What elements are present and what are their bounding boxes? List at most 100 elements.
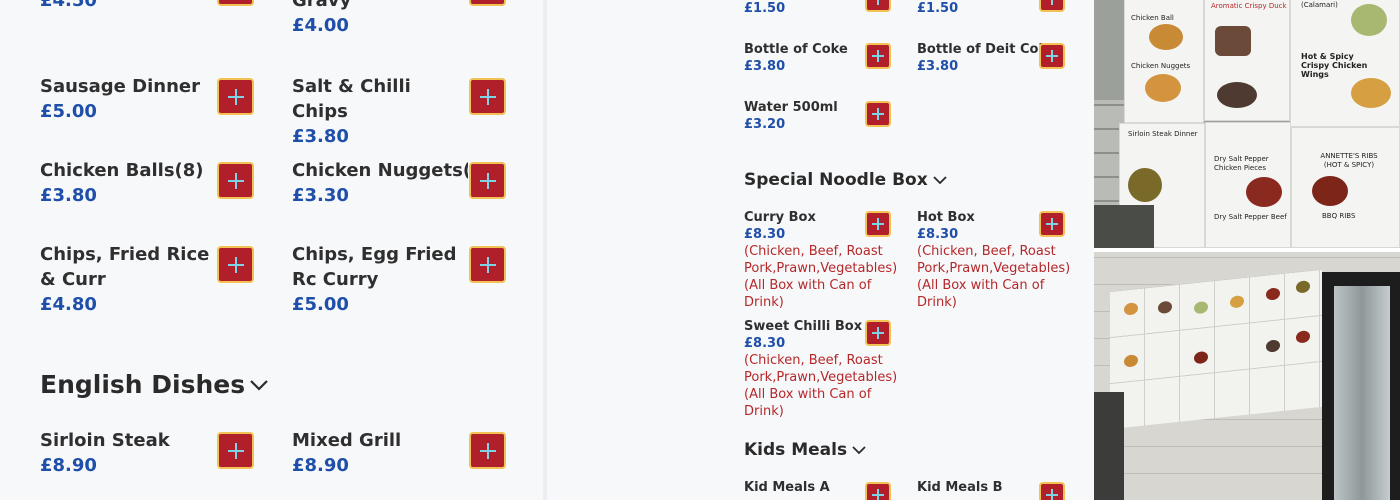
add-to-cart-button[interactable]	[865, 0, 891, 12]
item-price: £1.50	[744, 1, 786, 16]
add-to-cart-button[interactable]	[1039, 43, 1065, 69]
poster-label: Dry Salt Pepper Chicken Pieces	[1214, 155, 1269, 172]
add-to-cart-button[interactable]	[469, 246, 506, 283]
plus-icon	[1046, 0, 1058, 5]
door-frame	[1322, 272, 1400, 500]
add-to-cart-button[interactable]	[217, 246, 254, 283]
add-to-cart-button[interactable]	[865, 43, 891, 69]
menu-poster: (Calamari) Hot & Spicy Crispy Chicken Wi…	[1290, 0, 1400, 127]
add-to-cart-button[interactable]	[865, 482, 891, 500]
add-to-cart-button[interactable]	[469, 162, 506, 199]
item-price: £8.30	[744, 336, 786, 351]
add-to-cart-button[interactable]	[469, 78, 506, 115]
item-price: £1.50	[917, 1, 959, 16]
plus-icon	[872, 0, 884, 5]
menu-item: Chicken Balls(8) £3.80	[40, 158, 215, 208]
menu-item: Chips, Egg Fried Rc Curry £5.00	[292, 242, 468, 317]
plus-icon	[872, 218, 884, 230]
item-price: £3.80	[917, 59, 959, 74]
item-name: Salt & Chilli Chips	[292, 76, 411, 122]
item-price: £8.30	[744, 227, 786, 242]
menu-item: Gravy £4.00	[292, 0, 351, 38]
add-to-cart-button[interactable]	[217, 162, 254, 199]
add-to-cart-button[interactable]	[1039, 482, 1065, 500]
food-image	[1217, 82, 1257, 108]
add-to-cart-button[interactable]	[217, 0, 254, 6]
poster-grid	[1110, 268, 1322, 430]
menu-board-photo: Chicken Ball Chicken Nuggets Aromatic Cr…	[1094, 0, 1400, 248]
section-header-kids-meals[interactable]: Kids Meals	[744, 438, 867, 462]
menu-poster: Chicken Ball Chicken Nuggets	[1124, 0, 1204, 123]
item-name: Bottle of Coke	[744, 42, 848, 57]
chevron-down-icon	[933, 176, 947, 185]
menu-item: £1.50	[917, 0, 958, 17]
item-name: Sweet Chilli Box	[744, 319, 863, 334]
section-header-special-noodle-box[interactable]: Special Noodle Box	[744, 168, 948, 192]
poster-label: Hot & Spicy Crispy Chicken Wings	[1301, 52, 1368, 79]
item-name: Chips, Egg Fried Rc Curry	[292, 244, 457, 290]
menu-column-left: £4.50 Gravy £4.00 Sausage Dinner £5.00 S…	[0, 0, 543, 500]
item-name: Curry Box	[744, 210, 816, 225]
item-name: Hot Box	[917, 210, 975, 225]
chevron-down-icon	[852, 446, 866, 455]
item-price: £5.00	[292, 294, 349, 315]
item-price: £3.30	[292, 185, 349, 206]
poster-label: Aromatic Crispy Duck	[1211, 2, 1287, 10]
item-price: £3.80	[40, 185, 97, 206]
food-image	[1312, 176, 1348, 206]
plus-icon	[872, 50, 884, 62]
item-name: Chicken Nuggets(8)	[292, 160, 468, 181]
poster-label: ANNETTE'S RIBS (HOT & SPICY)	[1320, 152, 1378, 169]
poster-label: Dry Salt Pepper Beef	[1214, 213, 1287, 221]
item-name: Kid Meals B	[917, 480, 1003, 495]
chevron-down-icon	[250, 380, 268, 391]
food-image	[1149, 24, 1183, 50]
add-to-cart-button[interactable]	[217, 432, 254, 469]
poster-label: Sirloin Steak Dinner	[1128, 130, 1198, 138]
plus-icon	[479, 172, 496, 189]
menu-item: Curry Box £8.30 (Chicken, Beef, Roast Po…	[744, 209, 898, 311]
menu-item: Bottle of Deit Coke £3.80	[917, 41, 1056, 75]
item-price: £8.90	[40, 455, 97, 476]
item-name: Sausage Dinner	[40, 76, 200, 97]
menu-poster: ANNETTE'S RIBS (HOT & SPICY) BBQ RIBS	[1291, 127, 1400, 248]
menu-item: Sirloin Steak £8.90	[40, 428, 215, 478]
menu-item: Hot Box £8.30 (Chicken, Beef, Roast Pork…	[917, 209, 1070, 311]
item-description: (Chicken, Beef, Roast Pork,Prawn,Vegetab…	[744, 244, 898, 310]
item-price: £8.90	[292, 455, 349, 476]
plus-icon	[872, 108, 884, 120]
add-to-cart-button[interactable]	[1039, 0, 1065, 12]
item-name: Water 500ml	[744, 100, 838, 115]
item-name: Bottle of Deit Coke	[917, 42, 1056, 57]
menu-item: £1.50	[744, 0, 785, 17]
item-name: Chips, Fried Rice & Curr	[40, 244, 210, 290]
food-image	[1145, 74, 1181, 102]
food-image	[1351, 78, 1391, 108]
item-name: Chicken Balls(8)	[40, 160, 204, 181]
add-to-cart-button[interactable]	[469, 0, 506, 6]
add-to-cart-button[interactable]	[865, 211, 891, 237]
item-name: Sirloin Steak	[40, 430, 170, 451]
menu-item: Sweet Chilli Box £8.30 (Chicken, Beef, R…	[744, 318, 897, 420]
item-price: £3.20	[744, 117, 786, 132]
plus-icon	[227, 88, 244, 105]
add-to-cart-button[interactable]	[1039, 211, 1065, 237]
poster-label: Chicken Nuggets	[1131, 62, 1191, 70]
food-image	[1246, 177, 1282, 207]
item-price: £4.00	[292, 15, 349, 36]
item-price: £4.50	[40, 0, 97, 11]
equipment	[1094, 205, 1154, 248]
plus-icon	[1046, 218, 1058, 230]
add-to-cart-button[interactable]	[217, 78, 254, 115]
add-to-cart-button[interactable]	[865, 320, 891, 346]
item-price: £8.30	[917, 227, 959, 242]
add-to-cart-button[interactable]	[469, 432, 506, 469]
item-price: £5.00	[40, 101, 97, 122]
section-header-english-dishes[interactable]: English Dishes	[40, 369, 269, 401]
menu-item: Kid Meals A	[744, 479, 864, 496]
add-to-cart-button[interactable]	[865, 101, 891, 127]
door-glass	[1334, 286, 1390, 500]
item-price: £3.80	[744, 59, 786, 74]
menu-poster-wall	[1110, 268, 1322, 430]
equipment	[1094, 392, 1124, 500]
